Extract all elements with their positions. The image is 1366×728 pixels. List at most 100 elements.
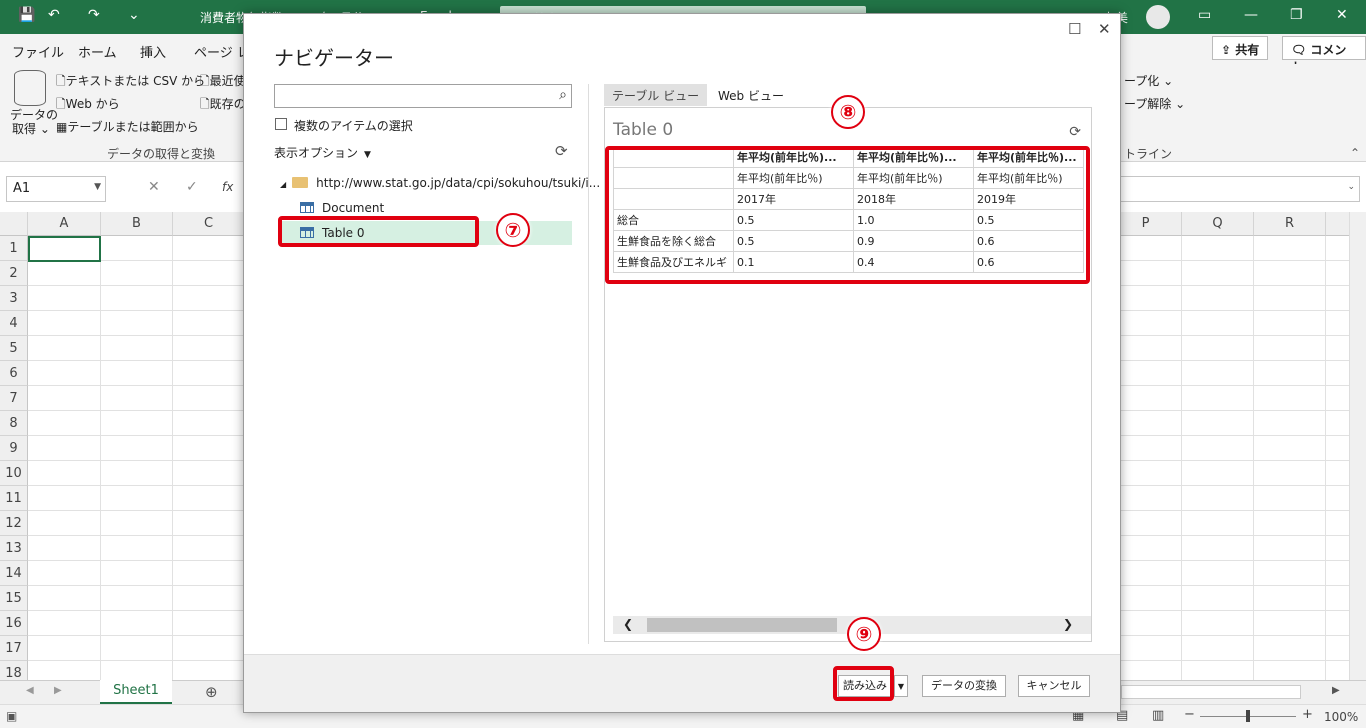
customize-qat-icon[interactable]: ⌄ bbox=[128, 7, 140, 23]
tab-table-view[interactable]: テーブル ビュー bbox=[604, 84, 708, 106]
dialog-title: ナビゲーター bbox=[274, 46, 394, 70]
multi-select-label[interactable]: 複数のアイテムの選択 bbox=[294, 117, 413, 134]
collapse-triangle-icon[interactable]: ◢ bbox=[280, 180, 286, 189]
column-header[interactable]: C bbox=[173, 212, 245, 236]
get-data-label-2[interactable]: 取得 ⌄ bbox=[12, 120, 50, 137]
cancel-entry-icon[interactable]: ✕ bbox=[148, 179, 160, 195]
scroll-right-icon[interactable]: ▶ bbox=[1332, 685, 1340, 696]
column-header[interactable]: R bbox=[1254, 212, 1326, 236]
comment-button[interactable]: 🗨 コメント bbox=[1282, 36, 1366, 74]
add-sheet-icon[interactable]: ⊕ bbox=[205, 683, 218, 701]
scroll-right-icon[interactable]: ❯ bbox=[1063, 617, 1073, 631]
search-icon: ⌕ bbox=[559, 87, 567, 103]
expand-formula-icon[interactable]: ⌄ bbox=[1347, 182, 1355, 192]
chevron-down-icon: ▼ bbox=[94, 182, 101, 192]
row-header[interactable]: 15 bbox=[0, 586, 28, 611]
zoom-out-icon[interactable]: − bbox=[1184, 707, 1195, 722]
ungroup-button[interactable]: ープ解除 ⌄ bbox=[1124, 95, 1185, 112]
row-header[interactable]: 17 bbox=[0, 636, 28, 661]
step-marker-7: ⑦ bbox=[496, 213, 530, 247]
cancel-button[interactable]: キャンセル bbox=[1018, 675, 1090, 697]
horizontal-scrollbar[interactable] bbox=[1121, 685, 1301, 699]
from-web-button[interactable]: 🗋Web から bbox=[56, 95, 120, 116]
page-break-view-icon[interactable]: ▥ bbox=[1152, 708, 1164, 723]
zoom-slider-thumb[interactable] bbox=[1246, 710, 1250, 722]
navigator-search-input[interactable]: ⌕ bbox=[274, 84, 572, 108]
navigator-dialog: ☐ ✕ ナビゲーター ⌕ 複数のアイテムの選択 表示オプション ▼ ⟳ ◢ http… bbox=[243, 13, 1121, 713]
restore-icon[interactable]: ❐ bbox=[1290, 7, 1303, 23]
selected-cell[interactable] bbox=[28, 236, 101, 262]
multi-select-checkbox[interactable] bbox=[275, 118, 287, 130]
transform-data-button[interactable]: データの変換 bbox=[922, 675, 1006, 697]
row-header[interactable]: 10 bbox=[0, 461, 28, 486]
column-header[interactable]: Q bbox=[1182, 212, 1254, 236]
row-header[interactable]: 6 bbox=[0, 361, 28, 386]
redo-icon[interactable]: ↷ bbox=[88, 7, 100, 23]
column-header[interactable] bbox=[1326, 212, 1350, 236]
row-header[interactable]: 14 bbox=[0, 561, 28, 586]
zoom-level[interactable]: 100% bbox=[1324, 710, 1358, 724]
next-sheet-icon[interactable]: ▶ bbox=[54, 685, 62, 696]
vertical-scrollbar[interactable] bbox=[1349, 212, 1366, 680]
close-icon[interactable]: ✕ bbox=[1336, 7, 1348, 23]
recent-sources-button[interactable]: 🗋最近使 bbox=[200, 72, 246, 93]
close-dialog-icon[interactable]: ✕ bbox=[1098, 20, 1111, 38]
share-button[interactable]: ⇪ 共有 bbox=[1212, 36, 1269, 60]
row-header[interactable]: 1 bbox=[0, 236, 28, 261]
confirm-entry-icon[interactable]: ✓ bbox=[186, 179, 198, 195]
scrollbar-thumb[interactable] bbox=[647, 618, 837, 632]
chevron-down-icon: ▼ bbox=[364, 150, 371, 160]
undo-icon[interactable]: ↶ bbox=[48, 7, 60, 23]
zoom-in-icon[interactable]: + bbox=[1302, 707, 1313, 722]
name-box[interactable]: A1 ▼ bbox=[6, 176, 106, 202]
row-header[interactable]: 7 bbox=[0, 386, 28, 411]
existing-connections-button[interactable]: 🗋既存の bbox=[200, 95, 246, 116]
display-options-dropdown[interactable]: 表示オプション ▼ bbox=[274, 144, 371, 161]
table-icon: ▦ bbox=[56, 120, 68, 134]
row-header[interactable]: 9 bbox=[0, 436, 28, 461]
tab-home[interactable]: ホーム bbox=[78, 42, 117, 61]
tab-insert[interactable]: 挿入 bbox=[140, 42, 166, 61]
sheet-tab-sheet1[interactable]: Sheet1 bbox=[100, 680, 172, 705]
insert-function-icon[interactable]: fx bbox=[222, 180, 233, 194]
table-icon bbox=[300, 202, 314, 213]
tree-root-node[interactable]: ◢ http://www.stat.go.jp/data/cpi/sokuhou/… bbox=[280, 172, 600, 194]
from-table-button[interactable]: ▦テーブルまたは範囲から bbox=[56, 118, 199, 135]
ribbon-display-icon[interactable]: ▭ bbox=[1198, 7, 1211, 23]
group-button[interactable]: ープ化 ⌄ bbox=[1124, 72, 1173, 89]
refresh-preview-icon[interactable]: ⟳ bbox=[1069, 124, 1081, 140]
from-csv-button[interactable]: 🗋テキストまたは CSV から bbox=[56, 72, 205, 93]
collapse-ribbon-icon[interactable]: ⌃ bbox=[1350, 146, 1360, 160]
avatar[interactable] bbox=[1146, 5, 1170, 29]
prev-sheet-icon[interactable]: ◀ bbox=[26, 685, 34, 696]
minimize-icon[interactable]: — bbox=[1244, 7, 1258, 23]
existing-icon: 🗋 bbox=[200, 97, 210, 111]
row-header[interactable]: 11 bbox=[0, 486, 28, 511]
row-header[interactable]: 4 bbox=[0, 311, 28, 336]
row-header[interactable]: 5 bbox=[0, 336, 28, 361]
tab-page-layout[interactable]: ページ レ bbox=[194, 42, 250, 61]
row-header[interactable]: 16 bbox=[0, 611, 28, 636]
step-marker-9: ⑨ bbox=[847, 617, 881, 651]
step-marker-8: ⑧ bbox=[831, 95, 865, 129]
maximize-dialog-icon[interactable]: ☐ bbox=[1068, 20, 1081, 38]
macro-record-icon[interactable]: ▣ bbox=[6, 709, 17, 723]
row-header[interactable]: 3 bbox=[0, 286, 28, 311]
formula-input[interactable]: ⌄ bbox=[1120, 176, 1360, 202]
scroll-left-icon[interactable]: ❮ bbox=[623, 617, 633, 631]
column-header[interactable]: B bbox=[101, 212, 173, 236]
save-icon[interactable]: 💾 bbox=[18, 7, 35, 23]
row-header[interactable]: 12 bbox=[0, 511, 28, 536]
chevron-down-icon: ▼ bbox=[897, 682, 905, 691]
select-all-corner[interactable] bbox=[0, 212, 28, 236]
row-header[interactable]: 8 bbox=[0, 411, 28, 436]
row-header[interactable]: 13 bbox=[0, 536, 28, 561]
tab-file[interactable]: ファイル bbox=[12, 42, 64, 61]
load-dropdown-button[interactable]: ▼ bbox=[894, 675, 908, 697]
folder-icon bbox=[292, 177, 309, 188]
column-header[interactable]: A bbox=[28, 212, 101, 236]
tab-web-view[interactable]: Web ビュー bbox=[710, 84, 792, 106]
database-icon bbox=[14, 70, 46, 106]
refresh-icon[interactable]: ⟳ bbox=[555, 142, 568, 160]
row-header[interactable]: 2 bbox=[0, 261, 28, 286]
